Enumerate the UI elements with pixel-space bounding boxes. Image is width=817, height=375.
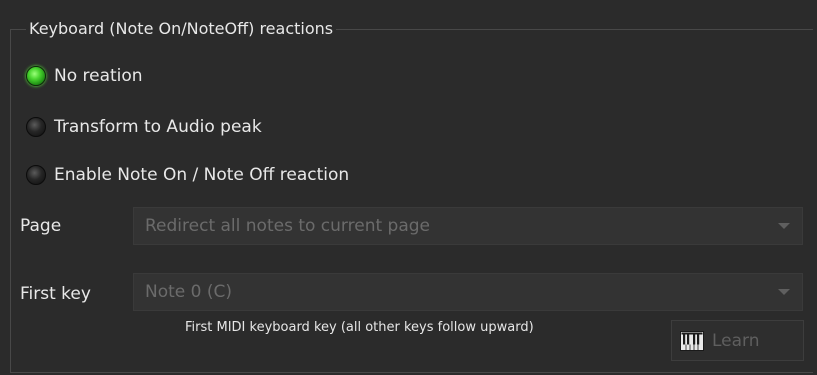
- first-key-hint: First MIDI keyboard key (all other keys …: [185, 320, 534, 335]
- radio-no-reaction[interactable]: No reation: [26, 63, 143, 89]
- group-title: Keyboard (Note On/NoteOff) reactions: [26, 18, 337, 40]
- radio-enable-note-on-off[interactable]: Enable Note On / Note Off reaction: [26, 162, 349, 188]
- chevron-down-icon[interactable]: [778, 289, 790, 295]
- radio-label: Transform to Audio peak: [54, 117, 262, 137]
- radio-off-icon[interactable]: [26, 165, 46, 185]
- page-label: Page: [20, 216, 62, 236]
- radio-label: No reation: [54, 66, 143, 86]
- learn-button-label: Learn: [712, 330, 760, 351]
- first-key-select[interactable]: Note 0 (C): [133, 273, 803, 311]
- keyboard-icon: [680, 330, 704, 351]
- radio-label: Enable Note On / Note Off reaction: [54, 165, 350, 185]
- page-select[interactable]: Redirect all notes to current page: [133, 207, 803, 245]
- first-key-label: First key: [20, 284, 91, 304]
- chevron-down-icon[interactable]: [778, 223, 790, 229]
- radio-transform-to-audio-peak[interactable]: Transform to Audio peak: [26, 114, 262, 140]
- learn-button[interactable]: Learn: [671, 320, 804, 361]
- first-key-select-value: Note 0 (C): [145, 282, 233, 302]
- radio-on-icon[interactable]: [26, 66, 46, 86]
- radio-off-icon[interactable]: [26, 117, 46, 137]
- page-select-value: Redirect all notes to current page: [145, 216, 430, 236]
